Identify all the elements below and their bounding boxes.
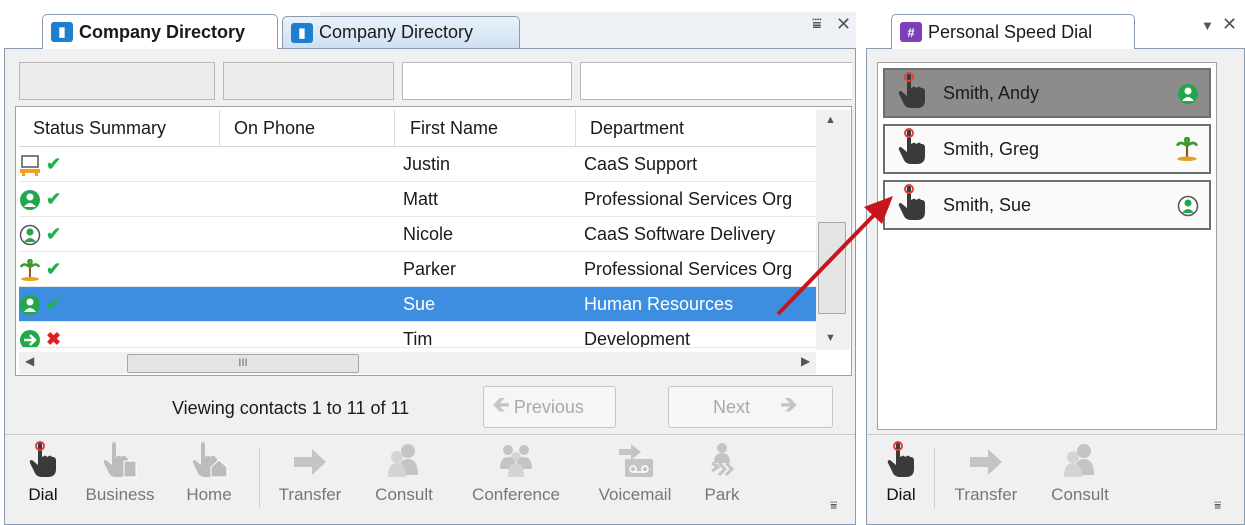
drag-annotation-arrow	[776, 196, 893, 316]
